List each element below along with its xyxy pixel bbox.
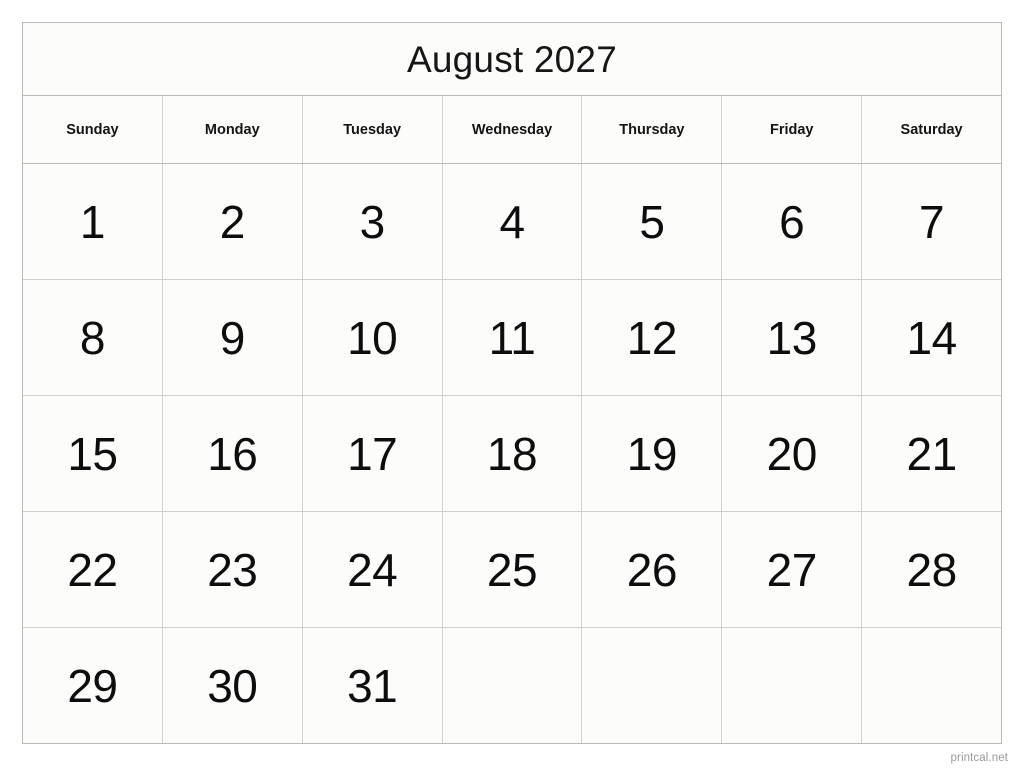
day-number: 20 — [766, 427, 818, 480]
day-cell-empty — [443, 628, 583, 743]
day-number: 26 — [626, 543, 678, 596]
day-cell[interactable]: 3 — [303, 164, 443, 279]
weekday-header-tuesday: Tuesday — [303, 96, 443, 163]
day-cell[interactable]: 21 — [862, 396, 1001, 511]
day-number: 30 — [207, 659, 258, 712]
day-number: 24 — [347, 543, 398, 596]
calendar-week-row: 1 2 3 4 5 6 7 — [23, 164, 1001, 280]
day-number: 28 — [906, 543, 958, 596]
day-number: 22 — [67, 543, 118, 596]
day-cell[interactable]: 25 — [443, 512, 583, 627]
day-number: 12 — [626, 311, 678, 364]
day-number: 8 — [79, 311, 106, 364]
day-number: 23 — [207, 543, 258, 596]
day-number: 9 — [219, 311, 246, 364]
day-cell-empty — [862, 628, 1001, 743]
day-cell[interactable]: 23 — [163, 512, 303, 627]
day-cell[interactable]: 2 — [163, 164, 303, 279]
calendar-table: August 2027 Sunday Monday Tuesday Wednes… — [22, 22, 1002, 744]
day-cell[interactable]: 26 — [582, 512, 723, 627]
weekday-header-wednesday: Wednesday — [443, 96, 583, 163]
day-number: 7 — [919, 195, 945, 248]
day-number: 5 — [639, 195, 665, 248]
day-cell[interactable]: 14 — [862, 280, 1001, 395]
day-cell[interactable]: 31 — [303, 628, 443, 743]
day-cell[interactable]: 9 — [163, 280, 303, 395]
day-cell[interactable]: 16 — [163, 396, 303, 511]
day-cell[interactable]: 6 — [722, 164, 863, 279]
day-number: 14 — [906, 311, 958, 364]
day-number: 11 — [488, 311, 536, 364]
day-number: 15 — [67, 427, 118, 480]
day-cell[interactable]: 22 — [23, 512, 163, 627]
day-cell[interactable]: 24 — [303, 512, 443, 627]
calendar-week-row: 15 16 17 18 19 20 21 — [23, 396, 1001, 512]
day-cell[interactable]: 17 — [303, 396, 443, 511]
calendar-week-row: 8 9 10 11 12 13 14 — [23, 280, 1001, 396]
weekday-label: Tuesday — [343, 121, 402, 138]
day-cell[interactable]: 27 — [722, 512, 863, 627]
weekday-header-sunday: Sunday — [23, 96, 163, 163]
calendar-week-row: 29 30 31 — [23, 628, 1001, 743]
weekday-header-friday: Friday — [722, 96, 863, 163]
day-cell[interactable]: 19 — [582, 396, 723, 511]
page-title: August 2027 — [407, 38, 617, 80]
day-number: 27 — [766, 543, 818, 596]
day-number: 4 — [499, 195, 525, 248]
weekday-header-thursday: Thursday — [582, 96, 723, 163]
weekday-header-saturday: Saturday — [862, 96, 1001, 163]
weekday-label: Saturday — [900, 121, 963, 138]
day-number: 3 — [359, 195, 386, 248]
day-cell[interactable]: 4 — [443, 164, 583, 279]
calendar-title-row: August 2027 — [23, 23, 1001, 96]
calendar-weeks: 1 2 3 4 5 6 7 8 9 10 11 12 13 14 15 16 1… — [23, 164, 1001, 743]
day-cell[interactable]: 1 — [23, 164, 163, 279]
day-cell-empty — [722, 628, 863, 743]
weekday-header-row: Sunday Monday Tuesday Wednesday Thursday… — [23, 96, 1001, 164]
day-number: 18 — [486, 427, 538, 480]
day-number: 29 — [67, 659, 118, 712]
day-number: 10 — [347, 311, 398, 364]
day-number: 6 — [779, 195, 805, 248]
day-cell[interactable]: 20 — [722, 396, 863, 511]
site-watermark: printcal.net — [950, 752, 1008, 764]
day-cell[interactable]: 15 — [23, 396, 163, 511]
day-cell-empty — [582, 628, 723, 743]
day-cell[interactable]: 30 — [163, 628, 303, 743]
day-number: 31 — [347, 659, 398, 712]
weekday-label: Friday — [769, 121, 814, 138]
day-number: 19 — [626, 427, 678, 480]
calendar-page: August 2027 Sunday Monday Tuesday Wednes… — [0, 0, 1024, 768]
day-cell[interactable]: 13 — [722, 280, 863, 395]
day-number: 13 — [766, 311, 818, 364]
weekday-label: Thursday — [619, 121, 685, 138]
day-cell[interactable]: 7 — [862, 164, 1001, 279]
day-cell[interactable]: 29 — [23, 628, 163, 743]
day-cell[interactable]: 28 — [862, 512, 1001, 627]
weekday-header-monday: Monday — [163, 96, 303, 163]
day-number: 1 — [79, 195, 106, 248]
day-cell[interactable]: 5 — [582, 164, 723, 279]
weekday-label: Monday — [204, 121, 260, 138]
day-number: 2 — [219, 195, 246, 248]
day-cell[interactable]: 18 — [443, 396, 583, 511]
day-number: 21 — [906, 427, 958, 480]
day-number: 16 — [207, 427, 258, 480]
day-cell[interactable]: 8 — [23, 280, 163, 395]
day-cell[interactable]: 11 — [443, 280, 583, 395]
day-number: 17 — [347, 427, 398, 480]
day-number: 25 — [486, 543, 538, 596]
weekday-label: Wednesday — [471, 121, 553, 138]
calendar-week-row: 22 23 24 25 26 27 28 — [23, 512, 1001, 628]
day-cell[interactable]: 10 — [303, 280, 443, 395]
day-cell[interactable]: 12 — [582, 280, 723, 395]
weekday-label: Sunday — [66, 121, 119, 138]
